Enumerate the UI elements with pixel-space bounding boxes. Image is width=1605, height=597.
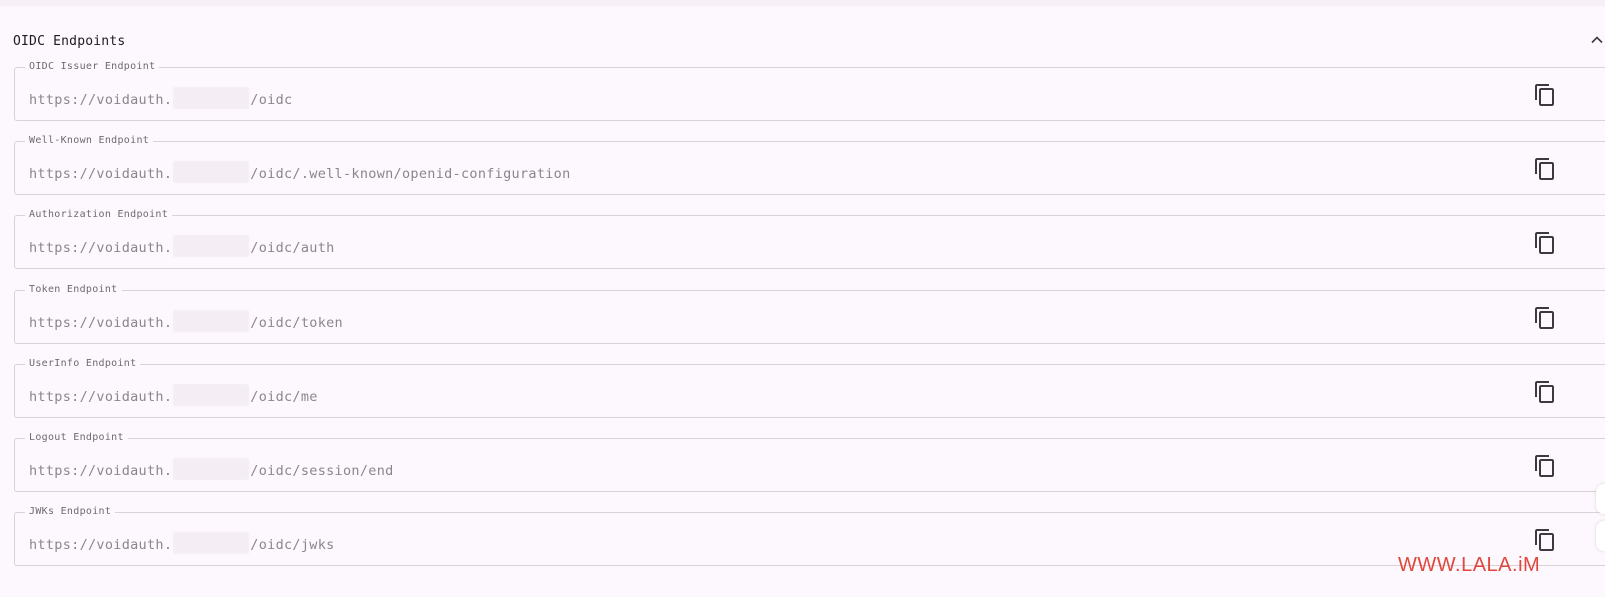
url-prefix: https://voidauth. bbox=[29, 537, 173, 553]
field-label: JWKs Endpoint bbox=[25, 506, 116, 518]
panel-title: OIDC Endpoints bbox=[13, 34, 126, 49]
chevron-up-icon[interactable] bbox=[1589, 32, 1605, 48]
copy-icon[interactable] bbox=[1533, 83, 1557, 107]
field-label: Token Endpoint bbox=[25, 284, 122, 296]
url-prefix: https://voidauth. bbox=[29, 166, 173, 182]
copy-icon[interactable] bbox=[1533, 380, 1557, 404]
url-suffix: /oidc/me bbox=[250, 389, 318, 405]
field-value[interactable]: https://voidauth. /oidc/session/end bbox=[29, 458, 394, 480]
field-label: UserInfo Endpoint bbox=[25, 358, 141, 370]
redacted-domain bbox=[173, 532, 250, 554]
field-value[interactable]: https://voidauth. /oidc/auth bbox=[29, 235, 335, 257]
url-suffix: /oidc/.well-known/openid-configuration bbox=[250, 166, 571, 182]
field-userinfo-endpoint[interactable]: UserInfo Endpoint https://voidauth. /oidc… bbox=[14, 358, 1605, 418]
redacted-domain bbox=[173, 310, 250, 332]
url-suffix: /oidc bbox=[250, 92, 293, 108]
floating-action-edge[interactable] bbox=[1596, 521, 1605, 551]
field-label: Well-Known Endpoint bbox=[25, 135, 154, 147]
copy-icon[interactable] bbox=[1533, 528, 1557, 552]
field-authorization-endpoint[interactable]: Authorization Endpoint https://voidauth.… bbox=[14, 209, 1605, 269]
field-token-endpoint[interactable]: Token Endpoint https://voidauth. /oidc/to… bbox=[14, 284, 1605, 344]
watermark: WWW.LALA.iM bbox=[1398, 554, 1541, 576]
field-value[interactable]: https://voidauth. /oidc/.well-known/openi… bbox=[29, 161, 571, 183]
redacted-domain bbox=[173, 87, 250, 109]
field-value[interactable]: https://voidauth. /oidc/jwks bbox=[29, 532, 335, 554]
copy-icon[interactable] bbox=[1533, 231, 1557, 255]
field-value[interactable]: https://voidauth. /oidc bbox=[29, 87, 292, 109]
redacted-domain bbox=[173, 458, 250, 480]
redacted-domain bbox=[173, 235, 250, 257]
copy-icon[interactable] bbox=[1533, 306, 1557, 330]
url-suffix: /oidc/jwks bbox=[250, 537, 335, 553]
oidc-endpoints-panel: OIDC Endpoints OIDC Issuer Endpoint http… bbox=[0, 6, 1605, 597]
url-suffix: /oidc/token bbox=[250, 315, 343, 331]
field-label: OIDC Issuer Endpoint bbox=[25, 61, 160, 73]
copy-icon[interactable] bbox=[1533, 157, 1557, 181]
url-prefix: https://voidauth. bbox=[29, 463, 173, 479]
field-value[interactable]: https://voidauth. /oidc/me bbox=[29, 384, 318, 406]
field-well-known-endpoint[interactable]: Well-Known Endpoint https://voidauth. /oi… bbox=[14, 135, 1605, 195]
url-prefix: https://voidauth. bbox=[29, 315, 173, 331]
redacted-domain bbox=[173, 384, 250, 406]
floating-action-edge[interactable] bbox=[1596, 484, 1605, 514]
field-label: Logout Endpoint bbox=[25, 432, 128, 444]
field-label: Authorization Endpoint bbox=[25, 209, 173, 221]
url-suffix: /oidc/session/end bbox=[250, 463, 394, 479]
panel-header[interactable]: OIDC Endpoints bbox=[13, 28, 1605, 56]
url-prefix: https://voidauth. bbox=[29, 240, 173, 256]
field-jwks-endpoint[interactable]: JWKs Endpoint https://voidauth. /oidc/jwk… bbox=[14, 506, 1605, 566]
redacted-domain bbox=[173, 161, 250, 183]
copy-icon[interactable] bbox=[1533, 454, 1557, 478]
url-prefix: https://voidauth. bbox=[29, 389, 173, 405]
field-value[interactable]: https://voidauth. /oidc/token bbox=[29, 310, 343, 332]
field-logout-endpoint[interactable]: Logout Endpoint https://voidauth. /oidc/s… bbox=[14, 432, 1605, 492]
url-prefix: https://voidauth. bbox=[29, 92, 173, 108]
field-oidc-issuer-endpoint[interactable]: OIDC Issuer Endpoint https://voidauth. /o… bbox=[14, 61, 1605, 121]
url-suffix: /oidc/auth bbox=[250, 240, 335, 256]
